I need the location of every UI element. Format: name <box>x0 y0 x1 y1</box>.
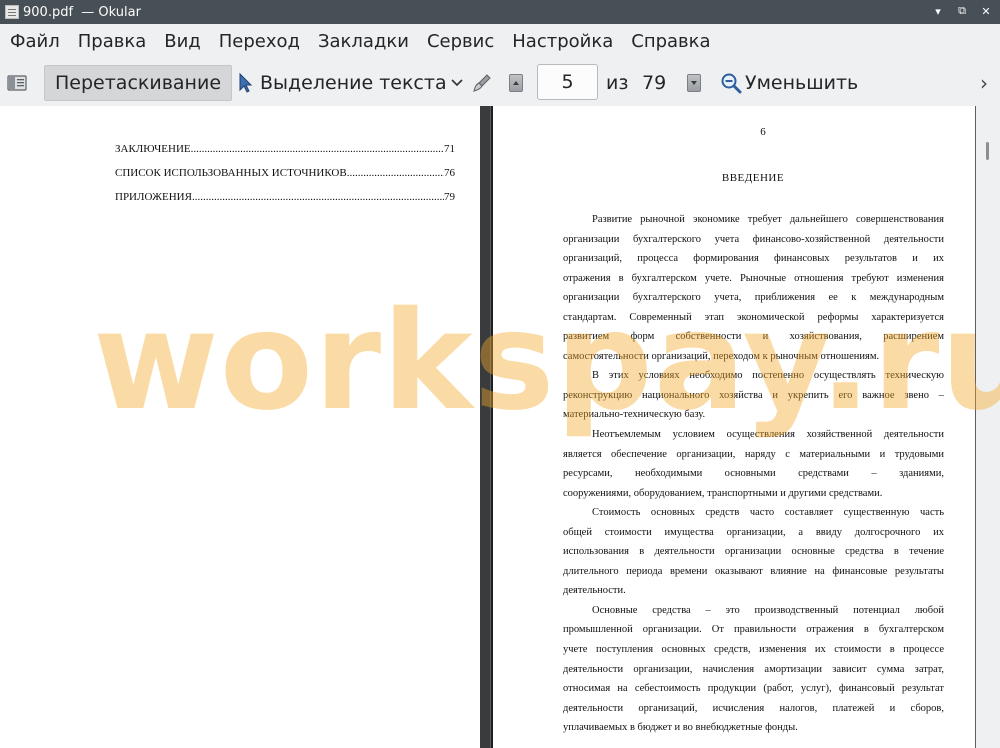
minimize-icon[interactable]: ▾ <box>930 3 946 19</box>
text-line: использования в деятельности организации… <box>563 546 944 558</box>
text-line: деятельности. <box>563 585 626 597</box>
toc-entry-page: 79 <box>444 191 455 203</box>
text-line: В этих условиях необходимо постепенно ос… <box>592 370 944 382</box>
page-gap <box>480 106 490 748</box>
menu-tools[interactable]: Сервис <box>419 24 504 60</box>
text-line: сооружениями, оборудованием, транспортны… <box>563 487 883 499</box>
toc-entry-page: 71 <box>444 143 455 155</box>
text-line: ресурсами, необходимыми основными средст… <box>563 468 944 480</box>
pdf-page-previous: ЗАКЛЮЧЕНИЕ 71 СПИСОК ИСПОЛЬЗОВАННЫХ ИСТО… <box>0 106 490 748</box>
toc-leader <box>192 191 444 203</box>
toc-entry[interactable]: ЗАКЛЮЧЕНИЕ 71 <box>115 143 455 155</box>
zoom-out-icon <box>721 73 742 94</box>
text-line: Основные средства – это производственный… <box>592 604 944 616</box>
browse-tool-label: Перетаскивание <box>55 72 222 94</box>
menu-go[interactable]: Переход <box>211 24 310 60</box>
page-of-label: из <box>606 72 629 94</box>
text-line: промышленной организации. От правильност… <box>563 624 944 636</box>
window-controls: ▾ ⧉ ✕ <box>930 3 994 19</box>
next-page-icon <box>687 74 701 92</box>
close-icon[interactable]: ✕ <box>978 3 994 19</box>
menu-view[interactable]: Вид <box>156 24 211 60</box>
text-line: стандартам. Современный этап экономическ… <box>563 311 944 323</box>
text-line: материально-техническую базу. <box>563 409 706 421</box>
menu-edit[interactable]: Правка <box>70 24 157 60</box>
toc-entry-title: ЗАКЛЮЧЕНИЕ <box>115 143 191 155</box>
text-line: деятельности организаций, исчисления нал… <box>563 702 944 714</box>
toc-entry[interactable]: ПРИЛОЖЕНИЯ 79 <box>115 191 455 203</box>
annotations-button[interactable] <box>470 70 494 96</box>
chevron-down-icon <box>451 79 463 87</box>
maximize-icon[interactable]: ⧉ <box>954 3 970 19</box>
toc-leader <box>347 167 444 179</box>
menu-bookmarks[interactable]: Закладки <box>310 24 419 60</box>
text-line: деятельности организации, начисления амо… <box>563 663 944 675</box>
page-number: 6 <box>760 126 766 138</box>
zoom-out-label: Уменьшить <box>745 72 859 94</box>
toc-entry-title: ПРИЛОЖЕНИЯ <box>115 191 192 203</box>
main-toolbar: Перетаскивание Выделение текста из 79 Ум… <box>0 60 1000 106</box>
text-line: организаций, процесса формирования финан… <box>563 253 944 265</box>
text-line: Развитие рыночной экономике требует даль… <box>592 214 944 225</box>
vertical-scrollbar[interactable] <box>976 106 1000 748</box>
text-line: является обеспечение организации, наряду… <box>563 448 944 460</box>
toc-entry-title: СПИСОК ИСПОЛЬЗОВАННЫХ ИСТОЧНИКОВ <box>115 167 347 179</box>
next-page-button[interactable] <box>685 70 703 96</box>
selection-mode-dropdown[interactable] <box>448 70 466 96</box>
toc-entry[interactable]: СПИСОК ИСПОЛЬЗОВАННЫХ ИСТОЧНИКОВ 76 <box>115 167 455 179</box>
text-line: организации бухгалтерского учета, прибли… <box>563 292 944 304</box>
zoom-out-button[interactable]: Уменьшить <box>720 65 858 101</box>
text-selection-tool-button[interactable]: Выделение текста <box>236 65 447 101</box>
menu-file[interactable]: Файл <box>2 24 70 60</box>
toc-leader <box>191 143 444 155</box>
text-line: общей стоимости имущества организации, а… <box>563 526 944 538</box>
toggle-sidebar-button[interactable] <box>6 72 28 94</box>
text-selection-label: Выделение текста <box>260 72 447 94</box>
toolbar-overflow-button[interactable]: › <box>976 70 992 96</box>
text-line: Стоимость основных средств часто составл… <box>592 507 944 519</box>
text-line: учете поступления основных средств, изме… <box>563 644 944 656</box>
brush-icon <box>473 74 491 92</box>
document-viewport[interactable]: ЗАКЛЮЧЕНИЕ 71 СПИСОК ИСПОЛЬЗОВАННЫХ ИСТО… <box>0 106 1000 748</box>
scrollbar-thumb[interactable] <box>986 142 989 160</box>
cursor-arrow-icon <box>239 72 253 93</box>
menu-bar: Файл Правка Вид Переход Закладки Сервис … <box>0 24 1000 60</box>
window-title: 900.pdf — Okular <box>23 4 141 20</box>
page-body-text: Развитие рыночной экономике требует даль… <box>563 210 944 738</box>
previous-page-button[interactable] <box>507 70 525 96</box>
text-line: развитием форм собственности и хозяйство… <box>563 331 944 343</box>
text-line: относимая на себестоимость продукции (ра… <box>563 683 944 695</box>
okular-app-icon <box>5 5 19 19</box>
text-line: организации бухгалтерского учета финансо… <box>563 233 944 245</box>
total-pages-label: 79 <box>642 72 667 94</box>
pdf-page-current: 6 ВВЕДЕНИЕ Развитие рыночной экономике т… <box>491 106 975 748</box>
section-heading: ВВЕДЕНИЕ <box>721 172 785 184</box>
menu-help[interactable]: Справка <box>623 24 720 60</box>
text-line: самостоятельности организаций, переходом… <box>563 350 880 362</box>
browse-tool-button[interactable]: Перетаскивание <box>44 65 233 101</box>
toc-entry-page: 76 <box>444 167 455 179</box>
title-bar: 900.pdf — Okular ▾ ⧉ ✕ <box>0 0 1000 24</box>
text-line: реконструкцию национального хозяйства и … <box>563 389 944 401</box>
text-line: Неотъемлемым условием осуществления хозя… <box>592 429 944 441</box>
page-number-input[interactable] <box>537 64 598 100</box>
sidebar-icon <box>7 75 27 91</box>
text-line: длительного периода времени оказывают вл… <box>563 565 944 577</box>
text-line: уплачиваемых в бюджет и во внебюджетные … <box>563 722 798 734</box>
menu-settings[interactable]: Настройка <box>504 24 623 60</box>
text-line: отражения в бухгалтерском учете. Рыночны… <box>563 272 944 284</box>
previous-page-icon <box>509 74 523 92</box>
